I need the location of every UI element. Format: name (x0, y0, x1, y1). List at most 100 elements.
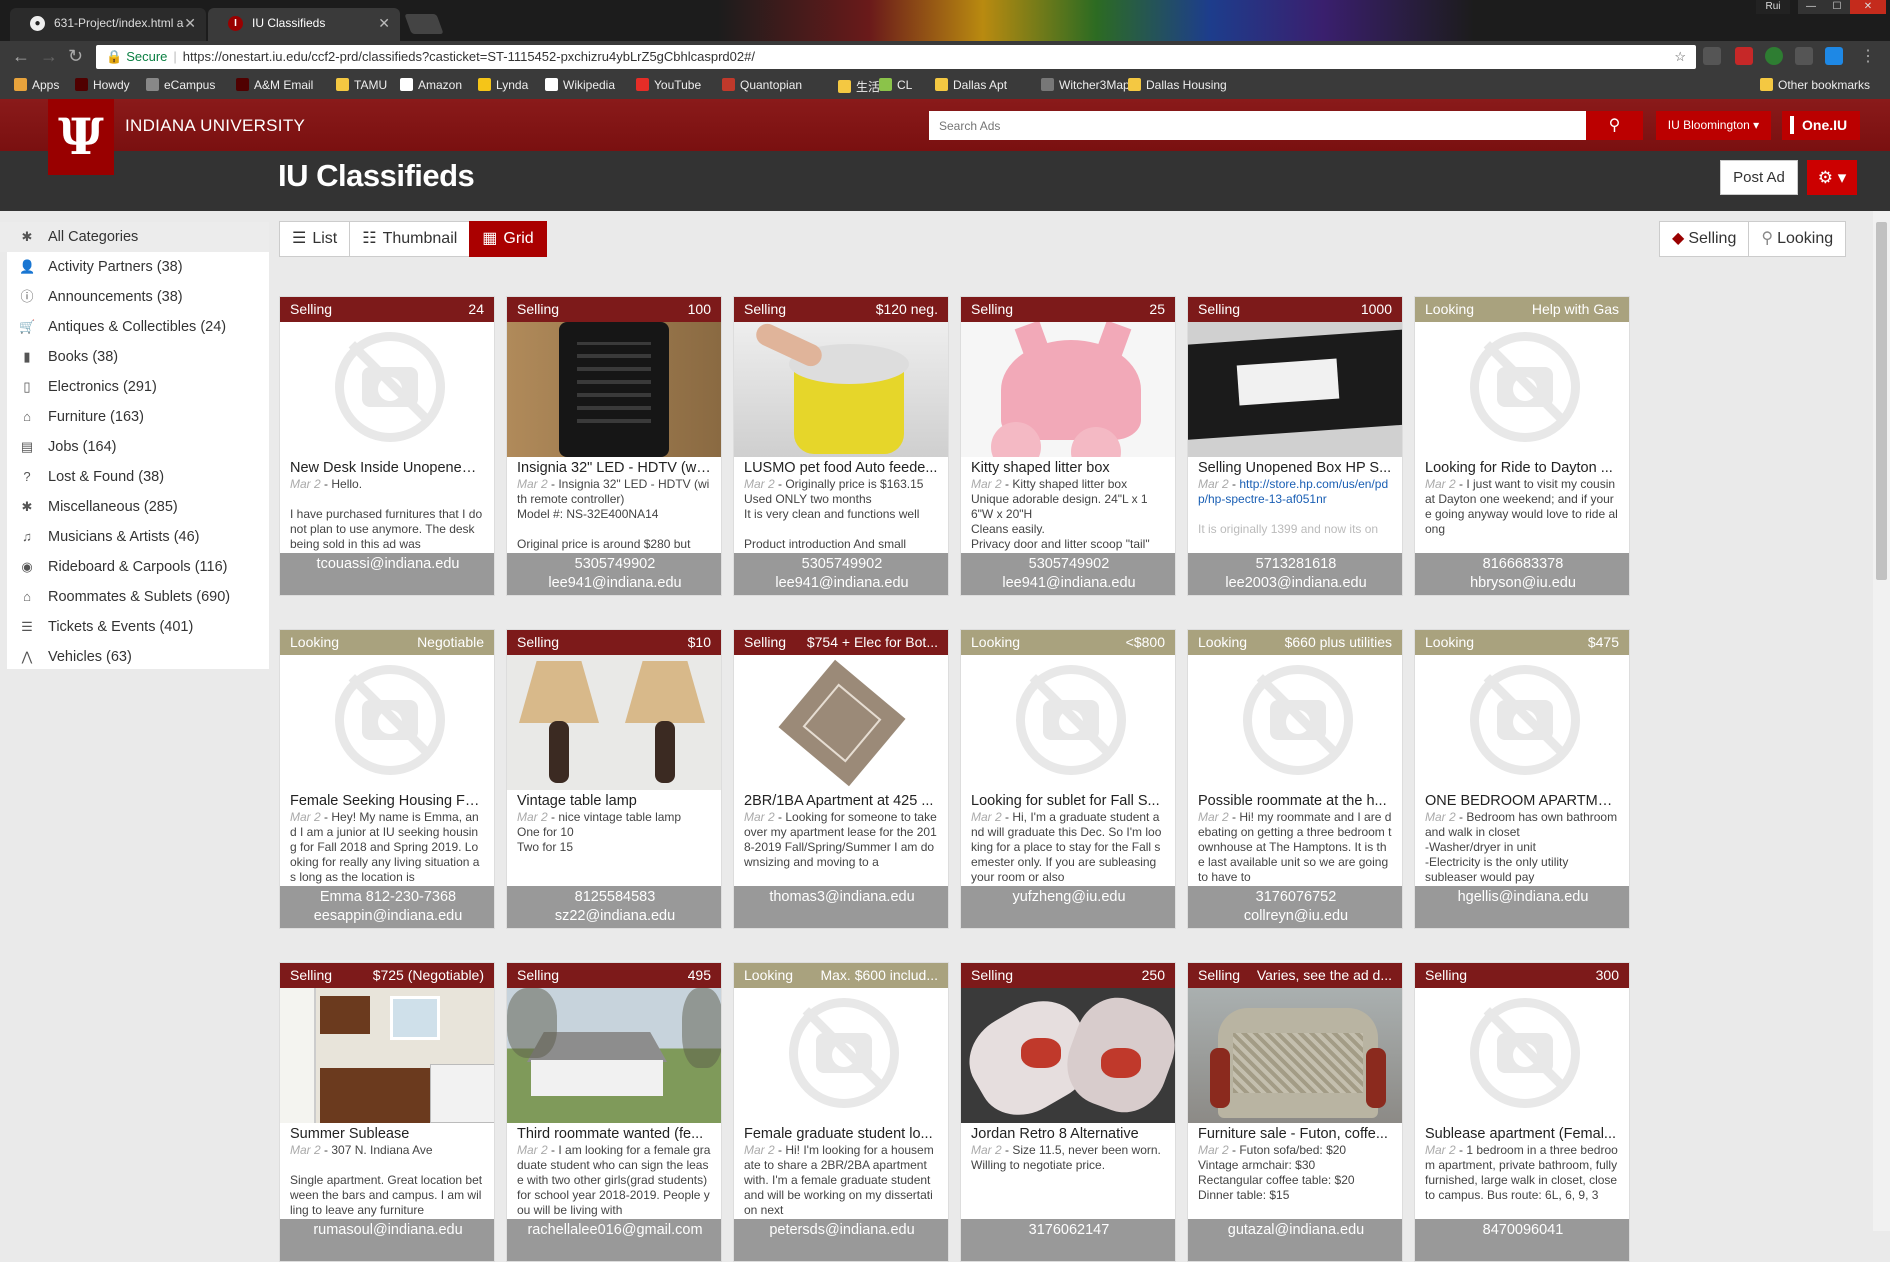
ad-contact-secondary[interactable]: lee941@indiana.edu (507, 574, 721, 593)
sidebar-item[interactable]: ▮ Books (38) (7, 342, 269, 372)
campus-dropdown[interactable]: IU Bloomington ▾ (1656, 111, 1771, 140)
ad-card[interactable]: Selling 100 Insignia 32" LED - HDTV (wi...… (506, 296, 722, 596)
ad-card[interactable]: Looking Help with Gas Looking for Ride to … (1414, 296, 1630, 596)
ad-image[interactable] (734, 322, 948, 457)
sidebar-item[interactable]: 👤 Activity Partners (38) (7, 252, 269, 282)
bookmark-item[interactable]: Lynda (478, 78, 528, 92)
back-icon[interactable]: ← (12, 46, 30, 67)
reload-icon[interactable]: ↻ (68, 46, 83, 67)
extension-icon[interactable] (1795, 47, 1813, 65)
ad-contact-primary[interactable]: hgellis@indiana.edu (1415, 888, 1629, 907)
ad-card[interactable]: Looking <$800 Looking for sublet for Fall … (960, 629, 1176, 929)
forward-icon[interactable]: → (40, 46, 58, 67)
ad-image[interactable] (961, 988, 1175, 1123)
ad-contact-primary[interactable]: 5305749902 (734, 555, 948, 574)
profile-name[interactable]: Rui (1756, 0, 1790, 14)
extension-icon[interactable] (1703, 47, 1721, 65)
ad-card[interactable]: Looking Negotiable Female Seeking Housing … (279, 629, 495, 929)
sidebar-item[interactable]: ☰ Tickets & Events (401) (7, 612, 269, 642)
bookmark-item[interactable]: Amazon (400, 78, 462, 92)
ad-contact-primary[interactable]: 5713281618 (1188, 555, 1402, 574)
ad-contact-primary[interactable]: yufzheng@iu.edu (961, 888, 1175, 907)
ad-card[interactable]: Selling 25 Kitty shaped litter box Mar 2 - … (960, 296, 1176, 596)
ad-contact-secondary[interactable]: sz22@indiana.edu (507, 907, 721, 926)
ad-title[interactable]: Selling Unopened Box HP S... (1188, 457, 1402, 477)
ad-card[interactable]: Selling $120 neg. LUSMO pet food Auto feed… (733, 296, 949, 596)
ad-title[interactable]: Jordan Retro 8 Alternative (961, 1123, 1175, 1143)
sidebar-item[interactable]: ◉ Rideboard & Carpools (116) (7, 552, 269, 582)
bookmark-item[interactable]: Howdy (75, 78, 130, 92)
ad-title[interactable]: ONE BEDROOM APARTME... (1415, 790, 1629, 810)
view-list-button[interactable]: ☰ List (279, 221, 351, 257)
close-icon[interactable]: ✕ (378, 8, 390, 38)
view-grid-button[interactable]: ▦ Grid (469, 221, 547, 257)
ad-contact-secondary[interactable]: collreyn@iu.edu (1188, 907, 1402, 926)
ad-card[interactable]: Selling 24 New Desk Inside Unopened ... Mar… (279, 296, 495, 596)
ad-image[interactable] (734, 988, 948, 1123)
ad-card[interactable]: Selling Varies, see the ad d... Furniture … (1187, 962, 1403, 1262)
ad-title[interactable]: Looking for Ride to Dayton ... (1415, 457, 1629, 477)
sidebar-item[interactable]: ⓘ Announcements (38) (7, 282, 269, 312)
sidebar-item[interactable]: ⌂ Roommates & Sublets (690) (7, 582, 269, 612)
view-thumbnail-button[interactable]: ☷ Thumbnail (349, 221, 471, 257)
ad-contact-secondary[interactable]: eesappin@indiana.edu (280, 907, 494, 926)
bookmark-item[interactable]: CL (879, 78, 912, 92)
ad-card[interactable]: Looking $660 plus utilities Possible roomm… (1187, 629, 1403, 929)
scrollbar-thumb[interactable] (1876, 222, 1887, 580)
ad-image[interactable] (734, 655, 948, 790)
ad-contact-primary[interactable]: 8125584583 (507, 888, 721, 907)
extension-icon[interactable] (1735, 47, 1753, 65)
ad-image[interactable] (1415, 655, 1629, 790)
ad-image[interactable] (1415, 988, 1629, 1123)
ad-image[interactable] (507, 655, 721, 790)
ad-contact-primary[interactable]: 8166683378 (1415, 555, 1629, 574)
one-iu-button[interactable]: One.IU (1782, 111, 1860, 140)
bookmark-item[interactable]: Wikipedia (545, 78, 615, 92)
ad-image[interactable] (1188, 988, 1402, 1123)
iu-trident-logo[interactable]: Ψ (48, 99, 114, 175)
ad-image[interactable] (280, 988, 494, 1123)
ad-card[interactable]: Selling 250 Jordan Retro 8 Alternative Mar … (960, 962, 1176, 1262)
university-name[interactable]: INDIANA UNIVERSITY (125, 116, 305, 136)
bookmark-item[interactable]: Apps (14, 78, 59, 92)
search-input[interactable] (929, 111, 1586, 140)
bookmark-item[interactable]: Witcher3Map (1041, 78, 1130, 92)
ad-title[interactable]: Kitty shaped litter box (961, 457, 1175, 477)
menu-icon[interactable]: ⋮ (1860, 46, 1876, 66)
ad-contact-secondary[interactable]: lee941@indiana.edu (961, 574, 1175, 593)
settings-button[interactable]: ⚙ ▾ (1807, 160, 1857, 195)
ad-image[interactable] (507, 988, 721, 1123)
ad-title[interactable]: Female Seeking Housing Fo... (280, 790, 494, 810)
ad-title[interactable]: Third roommate wanted (fe... (507, 1123, 721, 1143)
ad-image[interactable] (507, 322, 721, 457)
maximize-icon[interactable]: ☐ (1824, 0, 1850, 14)
ad-contact-primary[interactable]: Emma 812-230-7368 (280, 888, 494, 907)
ad-card[interactable]: Selling 300 Sublease apartment (Femal... Ma… (1414, 962, 1630, 1262)
browser-tab-github[interactable]: ● 631-Project/index.html a ✕ (10, 8, 206, 41)
post-ad-button[interactable]: Post Ad (1720, 160, 1798, 195)
sidebar-item[interactable]: ✱ All Categories (0, 222, 269, 252)
bookmark-item[interactable]: A&M Email (236, 78, 313, 92)
ad-image[interactable] (961, 655, 1175, 790)
bookmark-item[interactable]: Dallas Apt (935, 78, 1007, 92)
ad-title[interactable]: Insignia 32" LED - HDTV (wi... (507, 457, 721, 477)
ad-image[interactable] (280, 655, 494, 790)
sidebar-item[interactable]: ♫ Musicians & Artists (46) (7, 522, 269, 552)
ad-contact-primary[interactable]: thomas3@indiana.edu (734, 888, 948, 907)
ad-card[interactable]: Looking Max. $600 includ... Female graduat… (733, 962, 949, 1262)
filter-looking-button[interactable]: ⚲ Looking (1748, 221, 1847, 257)
minimize-icon[interactable]: — (1798, 0, 1824, 14)
filter-selling-button[interactable]: ◆ Selling (1659, 221, 1750, 257)
sidebar-item[interactable]: ⌂ Furniture (163) (7, 402, 269, 432)
bookmark-item[interactable]: eCampus (146, 78, 215, 92)
ad-title[interactable]: 2BR/1BA Apartment at 425 ... (734, 790, 948, 810)
ad-image[interactable] (280, 322, 494, 457)
ad-contact-secondary[interactable]: lee2003@indiana.edu (1188, 574, 1402, 593)
ad-card[interactable]: Selling $725 (Negotiable) Summer Sublease M… (279, 962, 495, 1262)
ad-title[interactable]: Summer Sublease (280, 1123, 494, 1143)
star-icon[interactable]: ☆ (1674, 45, 1686, 69)
bookmark-item[interactable]: 生活 (838, 78, 880, 95)
ad-title[interactable]: Looking for sublet for Fall S... (961, 790, 1175, 810)
other-bookmarks[interactable]: Other bookmarks (1760, 78, 1870, 92)
ad-contact-primary[interactable]: tcouassi@indiana.edu (280, 555, 494, 574)
